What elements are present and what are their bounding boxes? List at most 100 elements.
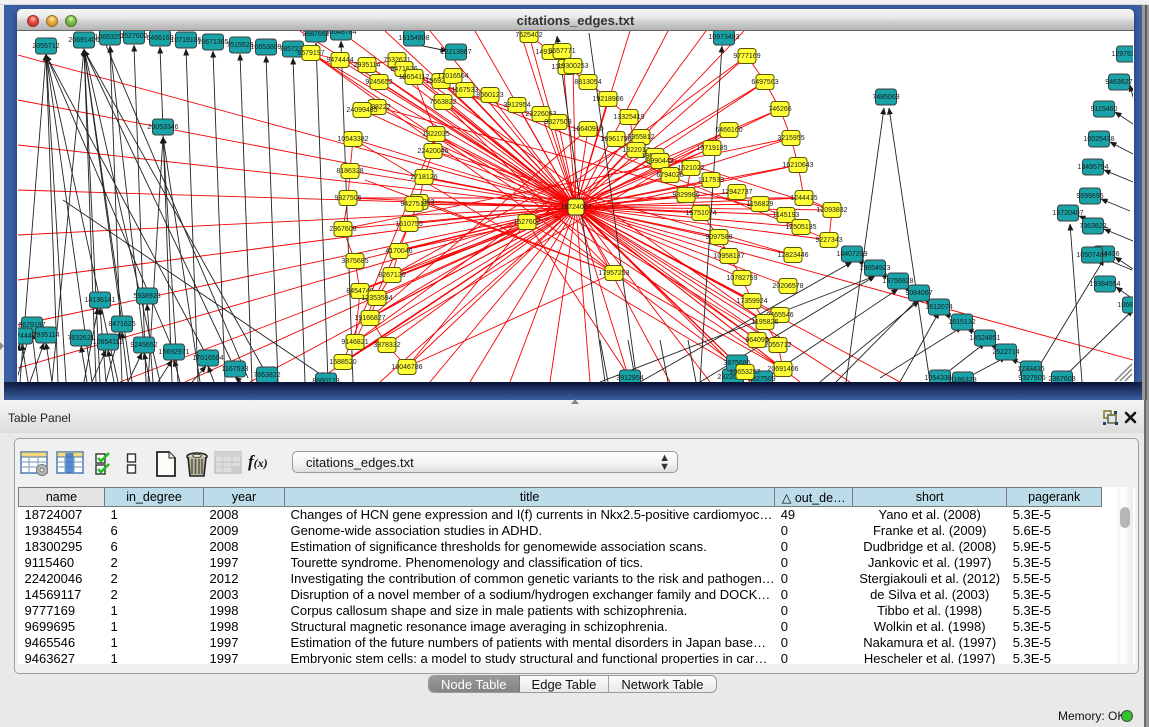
svg-text:1610755: 1610755: [395, 221, 422, 228]
svg-text:10654112: 10654112: [93, 339, 124, 346]
svg-text:10973493: 10973493: [708, 34, 739, 41]
svg-text:12093832: 12093832: [816, 207, 847, 214]
svg-text:6679197: 6679197: [297, 50, 324, 57]
svg-text:9115460: 9115460: [1091, 106, 1118, 113]
svg-text:8660123: 8660123: [476, 92, 503, 99]
svg-text:9327505: 9327505: [1018, 375, 1045, 382]
svg-text:16154808: 16154808: [398, 35, 429, 42]
svg-text:10782759: 10782759: [726, 275, 757, 282]
svg-text:2055712: 2055712: [764, 342, 791, 349]
svg-text:12975125: 12975125: [1111, 51, 1133, 58]
svg-text:9245652: 9245652: [365, 79, 392, 86]
svg-text:16648784: 16648784: [325, 31, 356, 36]
svg-text:7955812: 7955812: [627, 134, 654, 141]
svg-text:1322035: 1322035: [422, 131, 449, 138]
svg-text:14524851: 14524851: [969, 335, 1000, 342]
svg-text:2718126: 2718126: [410, 174, 437, 181]
svg-text:9097588: 9097588: [705, 234, 732, 241]
svg-text:9084067: 9084067: [905, 290, 932, 297]
svg-text:6466160: 6466160: [715, 127, 742, 134]
svg-text:19384554: 19384554: [1089, 281, 1120, 288]
svg-text:12823446: 12823446: [777, 252, 808, 259]
svg-text:19756928: 19756928: [882, 278, 913, 285]
svg-text:2522714: 2522714: [992, 349, 1019, 356]
svg-text:3878332: 3878332: [373, 342, 400, 349]
svg-text:14136141: 14136141: [84, 297, 115, 304]
svg-text:18724007: 18724007: [560, 204, 591, 211]
svg-text:10653257: 10653257: [729, 369, 760, 376]
svg-text:17359924: 17359924: [736, 298, 767, 305]
svg-text:1527602: 1527602: [513, 219, 540, 226]
svg-text:15720407: 15720407: [1052, 210, 1083, 217]
svg-text:1195826: 1195826: [752, 319, 779, 326]
svg-text:7663822: 7663822: [429, 99, 456, 106]
svg-text:20053346: 20053346: [147, 124, 178, 131]
svg-text:9329986: 9329986: [672, 192, 699, 199]
svg-text:3912954: 3912954: [503, 102, 530, 109]
svg-text:7663822: 7663822: [253, 372, 280, 379]
svg-text:12942737: 12942737: [721, 189, 752, 196]
svg-text:9474444: 9474444: [326, 57, 353, 64]
svg-text:3912954: 3912954: [616, 375, 643, 382]
svg-text:2935114: 2935114: [33, 332, 60, 339]
svg-text:7363822: 7363822: [1079, 223, 1106, 230]
svg-text:7485063: 7485063: [872, 94, 899, 101]
svg-text:2055712: 2055712: [32, 43, 59, 50]
svg-text:15692971: 15692971: [158, 349, 189, 356]
svg-text:2935114: 2935114: [354, 62, 381, 69]
svg-text:9227343: 9227343: [815, 237, 842, 244]
svg-text:10688609: 10688609: [1117, 302, 1133, 309]
svg-text:20691406: 20691406: [767, 366, 798, 373]
svg-text:8186328: 8186328: [336, 168, 363, 175]
svg-text:8660123: 8660123: [312, 378, 339, 382]
svg-text:3875685: 3875685: [341, 258, 368, 265]
svg-text:9245652: 9245652: [130, 342, 157, 349]
svg-text:20206578: 20206578: [772, 283, 803, 290]
svg-text:6794028: 6794028: [656, 172, 683, 179]
svg-text:19300253: 19300253: [557, 63, 588, 70]
svg-text:10958137: 10958137: [713, 253, 744, 260]
svg-text:19654923: 19654923: [859, 265, 890, 272]
svg-text:22420046: 22420046: [417, 148, 448, 155]
svg-text:9777169: 9777169: [733, 53, 760, 60]
svg-text:19218906: 19218906: [592, 96, 623, 103]
svg-text:10653809: 10653809: [250, 44, 281, 51]
svg-text:12505135: 12505135: [785, 224, 816, 231]
svg-text:16640910: 16640910: [572, 126, 603, 133]
svg-text:1117533: 1117533: [698, 177, 724, 184]
svg-text:16210643: 16210643: [782, 162, 813, 169]
svg-text:1167533: 1167533: [222, 366, 249, 373]
svg-text:1527602: 1527602: [120, 33, 147, 40]
svg-text:17016504: 17016504: [437, 73, 468, 80]
svg-text:9463627: 9463627: [1105, 79, 1132, 86]
svg-text:12213967: 12213967: [440, 49, 471, 56]
svg-text:10719185: 10719185: [696, 145, 727, 152]
svg-text:7632621: 7632621: [67, 335, 94, 342]
svg-text:15751074: 15751074: [685, 210, 716, 217]
svg-text:19166827: 19166827: [354, 315, 385, 322]
svg-text:1156829: 1156829: [747, 201, 774, 208]
svg-text:10046786: 10046786: [391, 364, 422, 371]
svg-text:1145193: 1145193: [773, 212, 800, 219]
svg-text:10507487: 10507487: [1076, 252, 1107, 259]
svg-text:17016504: 17016504: [192, 355, 223, 362]
svg-text:2367608: 2367608: [329, 226, 356, 233]
svg-text:1615132: 1615132: [948, 319, 975, 326]
svg-text:8990443: 8990443: [646, 158, 673, 165]
svg-text:4170046: 4170046: [385, 248, 412, 255]
svg-text:9657771: 9657771: [548, 48, 575, 55]
svg-text:3215955: 3215955: [777, 135, 804, 142]
svg-text:8813054: 8813054: [574, 79, 601, 86]
svg-text:9427512: 9427512: [400, 201, 427, 208]
svg-text:12353594: 12353594: [361, 295, 392, 302]
svg-text:9699695: 9699695: [1076, 193, 1103, 200]
svg-text:1612074: 1612074: [925, 304, 952, 311]
svg-text:17957253: 17957253: [598, 270, 629, 277]
svg-text:10543382: 10543382: [337, 136, 368, 143]
svg-text:7625402: 7625402: [515, 32, 542, 39]
svg-text:10671385: 10671385: [197, 39, 228, 46]
svg-text:9327505: 9327505: [334, 195, 361, 202]
svg-text:18407299: 18407299: [836, 251, 867, 258]
svg-text:6497563: 6497563: [751, 79, 778, 86]
svg-text:10025438: 10025438: [1083, 136, 1114, 143]
